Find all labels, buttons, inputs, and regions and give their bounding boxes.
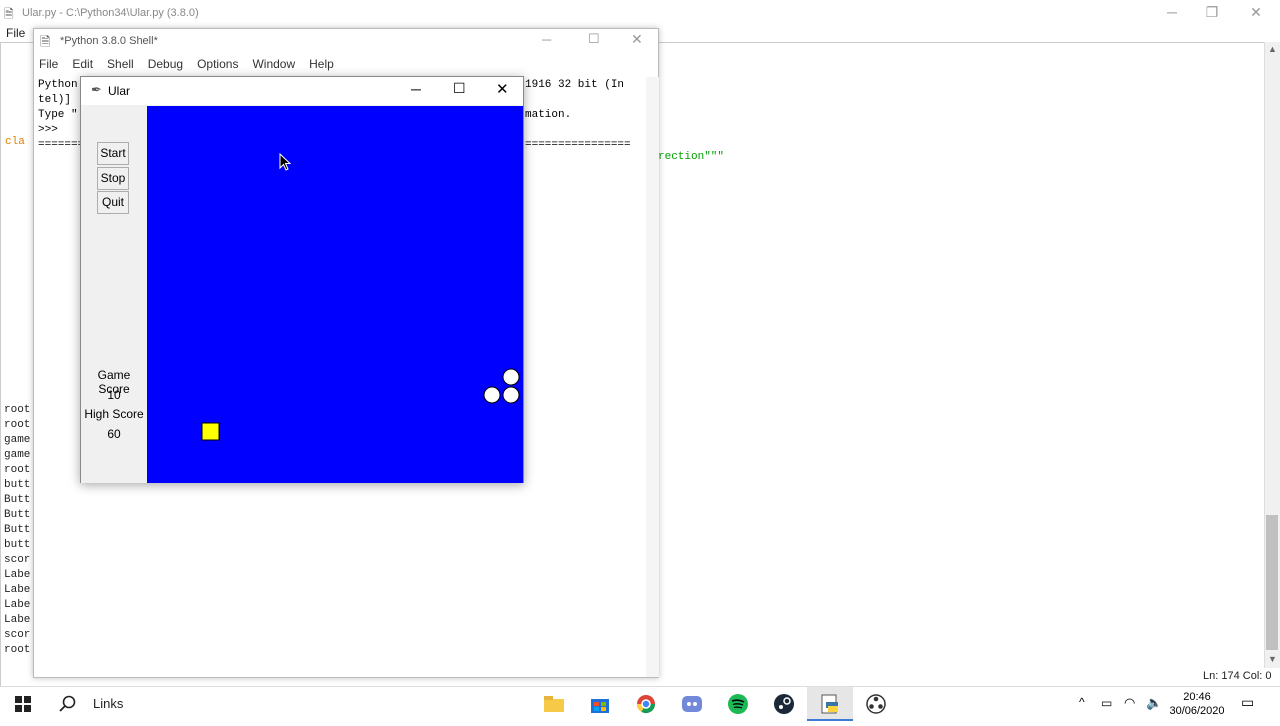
code-line: butt xyxy=(4,539,31,551)
ular-close-button[interactable]: ✕ xyxy=(496,80,509,98)
taskbar: Links ^ ▭ ◠ 🔈 20:46 30/06/2020 ▭ xyxy=(0,686,1280,721)
code-line: game xyxy=(4,434,31,446)
start-button[interactable]: Start xyxy=(97,142,129,165)
code-line: Labe xyxy=(4,569,31,581)
shell-line: 1916 32 bit (In xyxy=(525,79,625,91)
shell-menu-window[interactable]: Window xyxy=(252,57,295,73)
food-block xyxy=(201,422,220,441)
shell-menu-edit[interactable]: Edit xyxy=(72,57,93,73)
tk-feather-icon: ✒ xyxy=(91,82,102,97)
shell-close-button[interactable]: ✕ xyxy=(631,31,643,48)
game-canvas[interactable] xyxy=(147,106,523,483)
idle-python-icon[interactable] xyxy=(807,687,853,721)
code-line: Labe xyxy=(4,614,31,626)
shell-menu-debug[interactable]: Debug xyxy=(148,57,183,73)
editor-close-button[interactable]: ✕ xyxy=(1234,0,1278,24)
taskbar-clock[interactable]: 20:46 30/06/2020 xyxy=(1168,690,1226,718)
quit-button[interactable]: Quit xyxy=(97,191,129,214)
editor-docstring: rection""" xyxy=(658,151,725,163)
code-line: Butt xyxy=(4,524,31,536)
shell-menubar: File Edit Shell Debug Options Window Hel… xyxy=(39,57,334,73)
shell-minimize-button[interactable]: ─ xyxy=(542,32,551,47)
stop-button[interactable]: Stop xyxy=(97,167,129,190)
high-score-label: High Score xyxy=(84,407,144,421)
shell-output-right: 1916 32 bit (In mation. ================ xyxy=(525,79,631,154)
code-line: root xyxy=(4,644,31,656)
search-box-label[interactable]: Links xyxy=(93,696,123,711)
ular-titlebar: ✒ Ular ─ ☐ ✕ xyxy=(81,77,523,105)
taskbar-time: 20:46 xyxy=(1183,691,1211,703)
file-explorer-icon[interactable] xyxy=(531,687,577,721)
taskbar-date: 30/06/2020 xyxy=(1169,705,1225,717)
scroll-up-icon[interactable]: ▲ xyxy=(1268,44,1277,54)
ular-minimize-button[interactable]: ─ xyxy=(411,81,421,97)
search-icon[interactable] xyxy=(45,687,91,721)
editor-status-position: Ln: 174 Col: 0 xyxy=(1203,670,1272,682)
python-file-icon: 🗎 xyxy=(4,7,14,21)
store-icon[interactable] xyxy=(577,687,623,721)
editor-title: Ular.py - C:\Python34\Ular.py (3.8.0) xyxy=(22,7,199,19)
shell-title: *Python 3.8.0 Shell* xyxy=(60,35,158,47)
editor-class-keyword: cla xyxy=(5,136,25,148)
chrome-icon[interactable] xyxy=(623,687,669,721)
code-line: scor xyxy=(4,629,31,641)
code-line: root xyxy=(4,419,31,431)
ular-maximize-button[interactable]: ☐ xyxy=(453,80,466,97)
shell-separator: ================ xyxy=(525,139,631,151)
scroll-down-icon[interactable]: ▼ xyxy=(1268,654,1277,664)
editor-menu-file[interactable]: File xyxy=(6,26,25,40)
ular-title: Ular xyxy=(108,84,131,98)
snake-segment xyxy=(502,386,520,404)
windows-start-icon[interactable] xyxy=(0,687,46,721)
shell-menu-file[interactable]: File xyxy=(39,57,58,73)
code-line: Butt xyxy=(4,494,31,506)
volume-icon[interactable]: 🔈 xyxy=(1146,695,1162,711)
shell-menu-help[interactable]: Help xyxy=(309,57,334,73)
shell-line: mation. xyxy=(525,109,572,121)
notification-icon[interactable]: ▭ xyxy=(1241,694,1254,711)
code-line: scor xyxy=(4,554,31,566)
ular-window: ✒ Ular ─ ☐ ✕ Start Stop Quit Game Score … xyxy=(80,76,524,483)
shell-menu-options[interactable]: Options xyxy=(197,57,238,73)
code-line: butt xyxy=(4,479,31,491)
python-shell-icon: 🗎 xyxy=(40,34,51,49)
mouse-cursor-icon xyxy=(279,153,291,171)
shell-menu-shell[interactable]: Shell xyxy=(107,57,134,73)
code-line: Butt xyxy=(4,509,31,521)
control-panel: Start Stop Quit Game Score 10 High Score… xyxy=(81,105,147,483)
game-board xyxy=(201,368,520,441)
high-score-value: 60 xyxy=(107,427,121,441)
editor-restore-button[interactable]: ❐ xyxy=(1190,0,1234,24)
spotify-icon[interactable] xyxy=(715,687,761,721)
snake-segment xyxy=(502,368,520,386)
obs-icon[interactable] xyxy=(853,687,899,721)
shell-maximize-button[interactable]: ☐ xyxy=(588,31,600,47)
editor-scroll-thumb[interactable] xyxy=(1266,515,1278,650)
code-line: game xyxy=(4,449,31,461)
code-line: root xyxy=(4,464,31,476)
tray-chevron-up-icon[interactable]: ^ xyxy=(1079,695,1085,709)
game-score-value: 10 xyxy=(107,388,121,402)
editor-titlebar: 🗎 Ular.py - C:\Python34\Ular.py (3.8.0) … xyxy=(0,0,1280,26)
wifi-icon[interactable]: ◠ xyxy=(1124,695,1135,711)
snake-segment xyxy=(483,386,501,404)
code-line: Labe xyxy=(4,584,31,596)
editor-code-lines: root root game game root butt Butt Butt Butt butt… xyxy=(4,404,34,659)
code-line: root xyxy=(4,404,31,416)
steam-icon[interactable] xyxy=(761,687,807,721)
editor-minimize-button[interactable]: ─ xyxy=(1150,0,1194,24)
code-line: Labe xyxy=(4,599,31,611)
shell-scrollbar[interactable] xyxy=(646,77,659,677)
battery-icon[interactable]: ▭ xyxy=(1101,696,1112,710)
discord-icon[interactable] xyxy=(669,687,715,721)
